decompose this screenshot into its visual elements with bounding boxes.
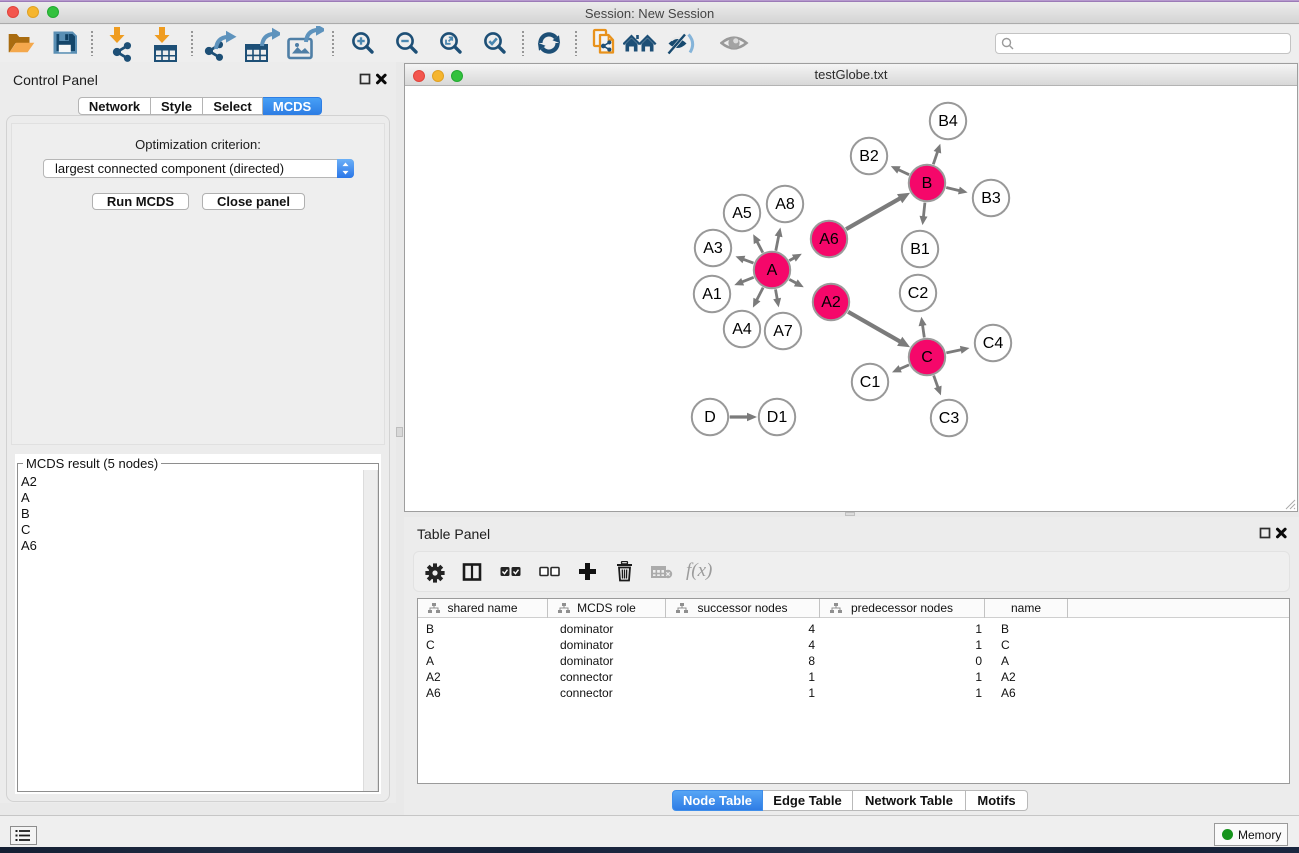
svg-text:C2: C2 bbox=[908, 285, 929, 302]
svg-text:A8: A8 bbox=[775, 196, 795, 213]
svg-text:A4: A4 bbox=[732, 321, 752, 338]
svg-text:C3: C3 bbox=[939, 410, 960, 427]
svg-text:A: A bbox=[767, 262, 778, 279]
svg-text:B2: B2 bbox=[859, 148, 879, 165]
svg-text:C: C bbox=[921, 349, 933, 366]
svg-text:B: B bbox=[922, 175, 933, 192]
svg-text:D: D bbox=[704, 409, 716, 426]
svg-text:A6: A6 bbox=[819, 231, 839, 248]
svg-text:D1: D1 bbox=[767, 409, 788, 426]
svg-text:A5: A5 bbox=[732, 205, 752, 222]
svg-text:A1: A1 bbox=[702, 286, 722, 303]
svg-text:A3: A3 bbox=[703, 240, 723, 257]
svg-text:A2: A2 bbox=[821, 294, 841, 311]
svg-text:C1: C1 bbox=[860, 374, 881, 391]
svg-text:B3: B3 bbox=[981, 190, 1001, 207]
svg-text:C4: C4 bbox=[983, 335, 1004, 352]
svg-text:B4: B4 bbox=[938, 113, 958, 130]
svg-text:A7: A7 bbox=[773, 323, 793, 340]
svg-text:B1: B1 bbox=[910, 241, 930, 258]
